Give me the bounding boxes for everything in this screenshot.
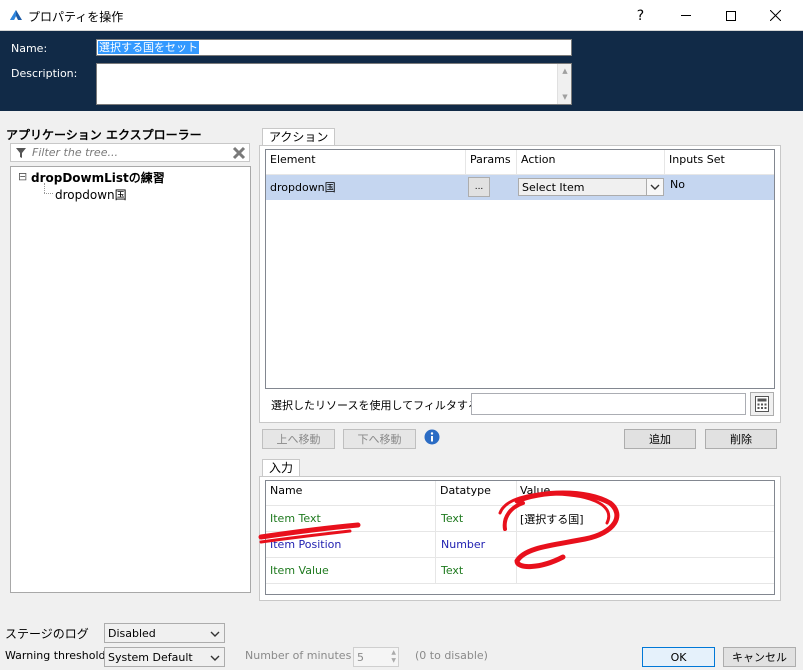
description-field[interactable]: ▲ ▼ bbox=[96, 63, 572, 105]
clear-filter-icon[interactable] bbox=[232, 146, 246, 160]
filter-placeholder: Filter the tree... bbox=[32, 146, 118, 159]
ok-button[interactable]: OK bbox=[642, 647, 715, 667]
column-header-element: Element bbox=[270, 153, 316, 166]
zero-disable-hint: (0 to disable) bbox=[415, 649, 488, 662]
tree-connector bbox=[44, 193, 53, 194]
scroll-down-icon[interactable]: ▼ bbox=[560, 92, 570, 102]
column-header-params: Params bbox=[470, 153, 511, 166]
params-button[interactable]: ... bbox=[468, 177, 490, 197]
move-up-button[interactable]: 上へ移動 bbox=[262, 429, 335, 449]
action-select[interactable]: Select Item bbox=[518, 178, 664, 196]
tree-root-node[interactable]: dropDowmListの練習 bbox=[31, 169, 165, 186]
close-button[interactable] bbox=[753, 0, 798, 31]
warning-threshold-label: Warning threshold: bbox=[5, 649, 110, 662]
stage-log-select[interactable]: Disabled bbox=[104, 623, 225, 643]
application-tree: ⊟ dropDowmListの練習 dropdown国 bbox=[10, 166, 251, 593]
stepper-arrows-icon[interactable]: ▲ ▼ bbox=[391, 649, 396, 665]
add-button[interactable]: 追加 bbox=[624, 429, 696, 449]
window-title: プロパティを操作 bbox=[28, 10, 124, 24]
tree-filter-input[interactable]: Filter the tree... bbox=[10, 143, 250, 162]
minutes-label: Number of minutes bbox=[245, 649, 352, 662]
annotation-marks bbox=[258, 490, 620, 569]
scroll-up-icon[interactable]: ▲ bbox=[560, 66, 570, 76]
stage-log-value: Disabled bbox=[108, 627, 156, 640]
calculator-button[interactable] bbox=[750, 392, 774, 416]
chevron-down-icon bbox=[210, 631, 220, 637]
column-header-action: Action bbox=[521, 153, 556, 166]
table-row[interactable]: dropdown国 ... Select Item No bbox=[266, 175, 774, 200]
row-element: dropdown国 bbox=[270, 181, 336, 194]
description-label: Description: bbox=[11, 67, 78, 80]
minutes-value: 5 bbox=[357, 651, 364, 664]
action-select-value: Select Item bbox=[522, 181, 585, 194]
name-field[interactable]: 選択する国をセット bbox=[96, 39, 572, 56]
chevron-down-icon bbox=[210, 655, 220, 661]
cancel-button[interactable]: キャンセル bbox=[723, 647, 796, 667]
help-button[interactable]: ? bbox=[618, 0, 663, 31]
filter-resource-label: 選択したリソースを使用してフィルタする bbox=[271, 399, 479, 412]
close-icon bbox=[770, 10, 781, 21]
collapse-icon[interactable]: ⊟ bbox=[18, 170, 27, 183]
tree-connector bbox=[44, 183, 45, 193]
delete-button[interactable]: 削除 bbox=[705, 429, 777, 449]
warning-threshold-value: System Default bbox=[108, 651, 193, 664]
description-scrollbar[interactable]: ▲ ▼ bbox=[557, 64, 571, 104]
tab-inputs[interactable]: 入力 bbox=[262, 459, 301, 477]
minimize-button[interactable] bbox=[663, 0, 708, 31]
warning-threshold-select[interactable]: System Default bbox=[104, 647, 225, 667]
calculator-icon bbox=[755, 396, 769, 412]
explorer-title: アプリケーション エクスプローラー bbox=[6, 128, 202, 142]
move-down-button[interactable]: 下へ移動 bbox=[343, 429, 416, 449]
actions-grid: Element Params Action Inputs Set dropdow… bbox=[265, 149, 775, 389]
name-label: Name: bbox=[11, 42, 48, 55]
tab-actions[interactable]: アクション bbox=[262, 128, 336, 146]
minutes-stepper[interactable]: 5 ▲ ▼ bbox=[353, 647, 399, 667]
tree-child-node[interactable]: dropdown国 bbox=[55, 186, 127, 203]
blueprism-icon bbox=[10, 10, 22, 20]
stage-log-label: ステージのログ bbox=[5, 627, 89, 641]
column-header-inputs-set: Inputs Set bbox=[669, 153, 725, 166]
filter-resource-input[interactable] bbox=[471, 393, 746, 415]
maximize-icon bbox=[725, 10, 736, 21]
minimize-icon bbox=[680, 15, 691, 16]
name-value: 選択する国をセット bbox=[98, 41, 199, 54]
chevron-down-icon bbox=[650, 184, 660, 190]
info-icon[interactable] bbox=[424, 429, 440, 445]
row-inputs-set: No bbox=[670, 178, 685, 191]
filter-icon bbox=[16, 148, 26, 158]
maximize-button[interactable] bbox=[708, 0, 753, 31]
